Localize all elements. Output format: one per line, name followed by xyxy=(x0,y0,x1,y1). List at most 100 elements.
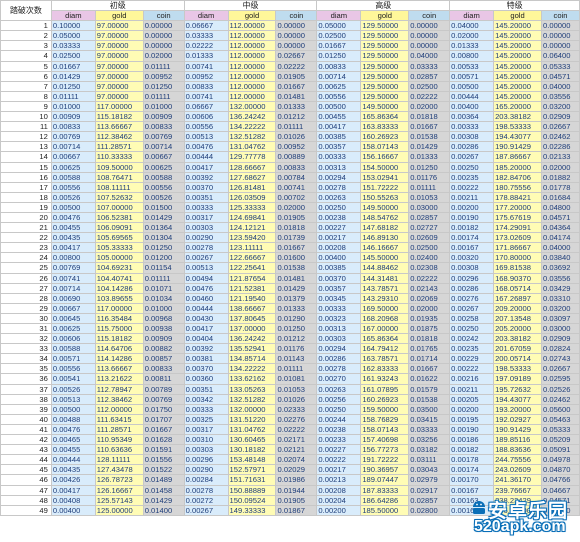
table-cell[interactable]: 0.00290 xyxy=(183,232,229,244)
table-cell[interactable]: 0.00625 xyxy=(316,80,362,92)
table-cell[interactable]: 0.00769 xyxy=(142,131,185,143)
row-times-cell[interactable]: 22 xyxy=(0,232,52,244)
table-cell[interactable]: 0.00938 xyxy=(142,322,185,335)
table-cell[interactable]: 145.20000 xyxy=(493,40,543,52)
table-cell[interactable]: 0.01905 xyxy=(275,211,318,224)
table-cell[interactable]: 243.02609 xyxy=(493,464,543,476)
table-cell[interactable]: 121.52381 xyxy=(227,282,277,294)
table-cell[interactable]: 0.00267 xyxy=(183,252,229,264)
table-cell[interactable]: 129.50000 xyxy=(360,70,410,82)
table-cell[interactable]: 0.03256 xyxy=(408,434,451,446)
row-times-cell[interactable]: 27 xyxy=(0,282,52,294)
table-cell[interactable]: 0.00533 xyxy=(449,60,495,72)
row-times-cell[interactable]: 19 xyxy=(0,201,52,213)
table-cell[interactable]: 0.00278 xyxy=(183,242,229,254)
table-cell[interactable]: 144.31481 xyxy=(360,272,410,284)
table-cell[interactable]: 201.67059 xyxy=(493,343,543,355)
table-cell[interactable]: 0.01111 xyxy=(50,90,96,102)
table-cell[interactable]: 0.00882 xyxy=(142,343,185,355)
table-cell[interactable]: 112.00000 xyxy=(227,90,277,102)
table-cell[interactable]: 115.18182 xyxy=(94,111,144,123)
table-cell[interactable]: 0.02276 xyxy=(275,413,318,425)
table-cell[interactable]: 0.02667 xyxy=(541,121,580,133)
table-cell[interactable]: 0.00625 xyxy=(50,161,96,173)
table-cell[interactable]: 163.78571 xyxy=(360,353,410,365)
table-cell[interactable]: 0.05091 xyxy=(541,444,580,456)
table-cell[interactable]: 0.05333 xyxy=(541,60,580,72)
table-cell[interactable]: 0.00000 xyxy=(541,30,580,42)
table-cell[interactable]: 0.00476 xyxy=(50,211,96,224)
table-cell[interactable]: 0.00556 xyxy=(142,181,185,193)
table-cell[interactable]: 0.00455 xyxy=(50,444,96,456)
table-cell[interactable]: 0.01481 xyxy=(275,272,318,284)
table-cell[interactable]: 192.02927 xyxy=(493,413,543,425)
table-cell[interactable]: 0.01250 xyxy=(50,80,96,92)
table-cell[interactable]: 0.00357 xyxy=(316,282,362,294)
table-cell[interactable]: 0.00345 xyxy=(316,292,362,304)
table-cell[interactable]: 0.00200 xyxy=(449,403,495,415)
table-cell[interactable]: 0.04000 xyxy=(449,20,495,32)
table-cell[interactable]: 0.02143 xyxy=(408,282,451,294)
table-cell[interactable]: 0.01684 xyxy=(541,191,580,203)
table-cell[interactable]: 97.00000 xyxy=(94,90,144,102)
table-cell[interactable]: 0.02917 xyxy=(408,484,451,496)
corner-label[interactable]: 踏破次数 xyxy=(0,0,52,22)
table-cell[interactable]: 165.86364 xyxy=(360,111,410,123)
table-cell[interactable]: 110.63636 xyxy=(94,444,144,456)
table-cell[interactable]: 0.00811 xyxy=(142,373,185,385)
table-cell[interactable]: 0.00400 xyxy=(50,504,96,516)
table-cell[interactable]: 241.36170 xyxy=(493,474,543,486)
tier-header-intermediate[interactable]: 中级 xyxy=(183,0,318,12)
table-cell[interactable]: 0.01667 xyxy=(408,121,451,133)
table-cell[interactable]: 0.00800 xyxy=(449,50,495,62)
row-times-cell[interactable]: 4 xyxy=(0,50,52,62)
table-cell[interactable]: 0.00351 xyxy=(183,383,229,395)
table-cell[interactable]: 0.02595 xyxy=(541,373,580,385)
table-cell[interactable]: 0.03840 xyxy=(541,252,580,264)
table-cell[interactable]: 0.03000 xyxy=(408,201,451,213)
table-cell[interactable]: 0.01304 xyxy=(142,232,185,244)
table-cell[interactable]: 129.50000 xyxy=(360,80,410,92)
table-cell[interactable]: 0.00000 xyxy=(408,40,451,52)
table-cell[interactable]: 143.29310 xyxy=(360,292,410,304)
table-cell[interactable]: 0.04978 xyxy=(541,454,580,466)
table-cell[interactable]: 0.00178 xyxy=(449,454,495,466)
table-cell[interactable]: 0.00526 xyxy=(142,191,185,203)
table-cell[interactable]: 0.02500 xyxy=(50,50,96,62)
table-cell[interactable]: 0.00200 xyxy=(449,201,495,213)
table-cell[interactable]: 0.00476 xyxy=(183,282,229,294)
table-cell[interactable]: 0.01111 xyxy=(275,363,318,375)
row-times-cell[interactable]: 46 xyxy=(0,474,52,486)
table-cell[interactable]: 97.00000 xyxy=(94,60,144,72)
table-cell[interactable]: 112.00000 xyxy=(227,70,277,82)
table-cell[interactable]: 0.02222 xyxy=(275,60,318,72)
table-cell[interactable]: 0.01500 xyxy=(142,201,185,213)
table-cell[interactable]: 189.07447 xyxy=(360,474,410,486)
row-times-cell[interactable]: 9 xyxy=(0,100,52,113)
table-cell[interactable]: 0.00167 xyxy=(449,484,495,496)
table-cell[interactable]: 0.00323 xyxy=(316,312,362,325)
table-cell[interactable]: 112.00000 xyxy=(227,50,277,62)
table-cell[interactable]: 0.00357 xyxy=(316,141,362,153)
table-cell[interactable]: 0.00238 xyxy=(316,423,362,436)
table-cell[interactable]: 209.20000 xyxy=(493,302,543,314)
table-cell[interactable]: 0.00381 xyxy=(183,353,229,365)
row-times-cell[interactable]: 2 xyxy=(0,30,52,42)
table-cell[interactable]: 0.00741 xyxy=(50,272,96,284)
table-cell[interactable]: 0.00667 xyxy=(50,151,96,163)
table-cell[interactable]: 0.00294 xyxy=(316,343,362,355)
table-cell[interactable]: 113.66667 xyxy=(94,121,144,133)
table-cell[interactable]: 0.00244 xyxy=(316,413,362,425)
table-cell[interactable]: 0.00195 xyxy=(449,413,495,425)
table-cell[interactable]: 0.00217 xyxy=(316,232,362,244)
table-cell[interactable]: 194.43077 xyxy=(493,131,543,143)
table-cell[interactable]: 0.00952 xyxy=(183,70,229,82)
table-cell[interactable]: 0.00333 xyxy=(449,121,495,133)
table-cell[interactable]: 0.00211 xyxy=(449,383,495,395)
table-cell[interactable]: 0.00571 xyxy=(449,70,495,82)
table-cell[interactable]: 238.23429 xyxy=(493,494,543,506)
table-cell[interactable]: 158.07143 xyxy=(360,423,410,436)
table-cell[interactable]: 0.03500 xyxy=(408,403,451,415)
table-cell[interactable]: 189.85116 xyxy=(493,434,543,446)
table-cell[interactable]: 160.26923 xyxy=(360,131,410,143)
